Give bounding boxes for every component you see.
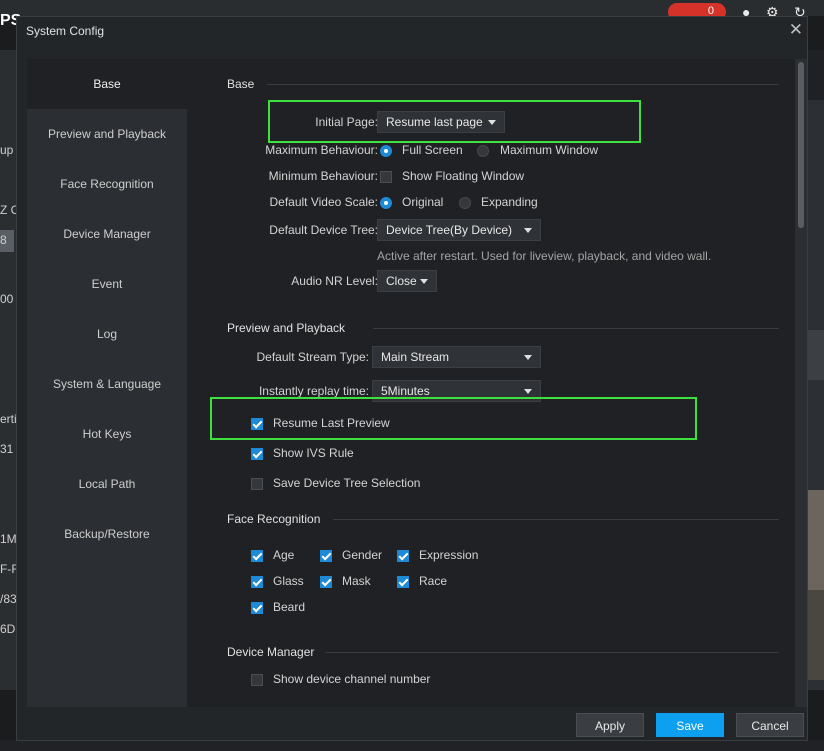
face-race-label: Race bbox=[419, 574, 448, 588]
replay-time-value: 5Minutes bbox=[381, 384, 430, 398]
max-full-screen-radio[interactable] bbox=[380, 145, 392, 157]
settings-nav: Base Preview and Playback Face Recogniti… bbox=[27, 59, 187, 707]
background-fragment: erti bbox=[0, 412, 17, 426]
section-heading-device-manager: Device Manager bbox=[227, 645, 315, 659]
min-behaviour-label: Minimum Behaviour: bbox=[268, 169, 378, 183]
background-fragment: 00 bbox=[0, 292, 14, 306]
face-age-label: Age bbox=[273, 548, 295, 562]
face-mask-checkbox[interactable] bbox=[320, 576, 332, 588]
max-full-screen-label: Full Screen bbox=[402, 143, 463, 157]
face-glass-checkbox[interactable] bbox=[251, 576, 263, 588]
scale-original-label: Original bbox=[402, 195, 444, 209]
nav-item-log[interactable]: Log bbox=[27, 309, 187, 359]
replay-time-label: Instantly replay time: bbox=[258, 384, 369, 398]
face-mask-label: Mask bbox=[342, 574, 371, 588]
section-divider bbox=[267, 84, 779, 85]
show-channel-number-checkbox[interactable] bbox=[251, 674, 263, 686]
face-race-checkbox[interactable] bbox=[397, 576, 409, 588]
audio-nr-value: Close bbox=[386, 274, 417, 288]
nav-item-device-manager[interactable]: Device Manager bbox=[27, 209, 187, 259]
stream-type-dropdown[interactable]: Main Stream bbox=[372, 346, 541, 368]
save-tree-selection-label: Save Device Tree Selection bbox=[273, 476, 421, 490]
stream-type-label: Default Stream Type: bbox=[256, 350, 370, 364]
background-fragment: 6D bbox=[0, 622, 16, 636]
chevron-down-icon bbox=[524, 389, 532, 394]
nav-item-hot-keys[interactable]: Hot Keys bbox=[27, 409, 187, 459]
scale-expanding-radio[interactable] bbox=[459, 197, 471, 209]
background-fragment: 1M bbox=[0, 532, 17, 546]
background-app-left-panel: up Z C 8 00 erti 31 1M F-F /83 6D bbox=[0, 50, 19, 690]
nav-item-backup-restore[interactable]: Backup/Restore bbox=[27, 509, 187, 559]
resume-last-preview-label: Resume Last Preview bbox=[273, 416, 390, 430]
section-divider bbox=[325, 652, 779, 653]
initial-page-label: Initial Page: bbox=[315, 115, 378, 129]
nav-item-preview-and-playback[interactable]: Preview and Playback bbox=[27, 109, 187, 159]
audio-nr-dropdown[interactable]: Close bbox=[377, 270, 437, 292]
device-tree-label: Default Device Tree: bbox=[269, 223, 378, 237]
nav-item-base[interactable]: Base bbox=[27, 59, 187, 109]
save-button[interactable]: Save bbox=[656, 713, 724, 737]
apply-button[interactable]: Apply bbox=[576, 713, 644, 737]
dialog-titlebar[interactable]: System Config ✕ bbox=[17, 17, 807, 47]
face-gender-label: Gender bbox=[342, 548, 383, 562]
nav-item-event[interactable]: Event bbox=[27, 259, 187, 309]
save-tree-selection-checkbox[interactable] bbox=[251, 478, 263, 490]
background-app-bottombar bbox=[0, 740, 824, 751]
system-config-dialog: System Config ✕ Base Preview and Playbac… bbox=[16, 16, 808, 741]
show-channel-number-label: Show device channel number bbox=[273, 672, 431, 686]
close-icon[interactable]: ✕ bbox=[789, 20, 803, 40]
face-beard-label: Beard bbox=[273, 600, 306, 614]
chevron-down-icon bbox=[488, 120, 496, 125]
replay-time-dropdown[interactable]: 5Minutes bbox=[372, 380, 541, 402]
face-expression-checkbox[interactable] bbox=[397, 550, 409, 562]
scrollbar-thumb[interactable] bbox=[798, 62, 804, 228]
nav-item-local-path[interactable]: Local Path bbox=[27, 459, 187, 509]
device-tree-hint: Active after restart. Used for liveview,… bbox=[377, 249, 712, 263]
show-floating-window-label: Show Floating Window bbox=[402, 169, 525, 183]
max-maximum-window-label: Maximum Window bbox=[500, 143, 599, 157]
video-scale-label: Default Video Scale: bbox=[269, 195, 378, 209]
stream-type-value: Main Stream bbox=[381, 350, 450, 364]
background-app-right-panel bbox=[808, 50, 824, 690]
section-heading-base: Base bbox=[227, 77, 255, 91]
device-tree-dropdown[interactable]: Device Tree(By Device) bbox=[377, 219, 541, 241]
settings-content: Base Initial Page: Resume last page Maxi… bbox=[187, 59, 795, 707]
initial-page-value: Resume last page bbox=[386, 115, 483, 129]
face-expression-label: Expression bbox=[419, 548, 479, 562]
show-floating-window-checkbox[interactable] bbox=[380, 171, 392, 183]
nav-item-face-recognition[interactable]: Face Recognition bbox=[27, 159, 187, 209]
cancel-button[interactable]: Cancel bbox=[736, 713, 804, 737]
content-scrollbar[interactable] bbox=[795, 59, 807, 707]
audio-nr-label: Audio NR Level: bbox=[291, 274, 378, 288]
initial-page-dropdown[interactable]: Resume last page bbox=[377, 111, 505, 133]
section-divider bbox=[333, 519, 779, 520]
show-ivs-rule-label: Show IVS Rule bbox=[273, 446, 354, 460]
show-ivs-rule-checkbox[interactable] bbox=[251, 448, 263, 460]
face-gender-checkbox[interactable] bbox=[320, 550, 332, 562]
section-divider bbox=[373, 328, 779, 329]
section-heading-face-recognition: Face Recognition bbox=[227, 512, 321, 526]
chevron-down-icon bbox=[524, 355, 532, 360]
chevron-down-icon bbox=[524, 228, 532, 233]
device-tree-value: Device Tree(By Device) bbox=[386, 223, 513, 237]
max-behaviour-label: Maximum Behaviour: bbox=[265, 143, 378, 157]
background-fragment: 31 bbox=[0, 442, 14, 456]
scale-expanding-label: Expanding bbox=[481, 195, 538, 209]
section-heading-preview-playback: Preview and Playback bbox=[227, 321, 346, 335]
face-glass-label: Glass bbox=[273, 574, 304, 588]
nav-item-system-language[interactable]: System & Language bbox=[27, 359, 187, 409]
max-maximum-window-radio[interactable] bbox=[477, 145, 489, 157]
resume-last-preview-checkbox[interactable] bbox=[251, 418, 263, 430]
scale-original-radio[interactable] bbox=[380, 197, 392, 209]
background-fragment: /83 bbox=[0, 592, 17, 606]
background-fragment: up bbox=[0, 143, 14, 157]
chevron-down-icon bbox=[420, 279, 428, 284]
face-age-checkbox[interactable] bbox=[251, 550, 263, 562]
dialog-title: System Config bbox=[26, 24, 105, 38]
face-beard-checkbox[interactable] bbox=[251, 602, 263, 614]
background-fragment: 8 bbox=[0, 233, 7, 247]
